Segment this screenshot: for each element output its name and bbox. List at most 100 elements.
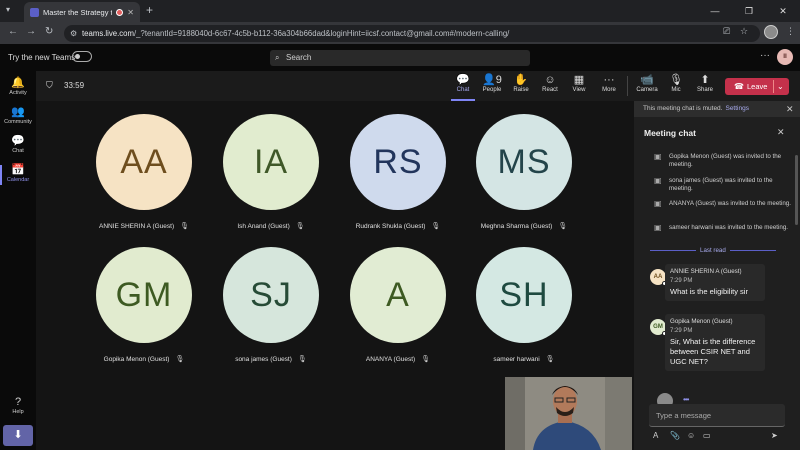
dismiss-banner-icon[interactable]: ✕	[786, 101, 794, 117]
browser-tab[interactable]: Master the Strategy to Cra ✕	[24, 2, 140, 22]
chat-scrollbar[interactable]	[795, 155, 798, 225]
minimize-icon[interactable]: —	[698, 0, 732, 22]
self-video-image	[505, 377, 632, 450]
toolbar-divider	[627, 76, 628, 96]
toolbar-react-button[interactable]: ☺ React	[536, 74, 564, 93]
view-grid-icon: ▦	[573, 74, 585, 86]
chevron-down-icon[interactable]: ⌄	[777, 78, 784, 95]
chat-muted-banner: This meeting chat is muted. Settings ✕	[634, 101, 800, 117]
tab-search-icon[interactable]: ▾	[6, 5, 10, 14]
close-chat-icon[interactable]: ✕	[777, 127, 785, 138]
rail-label: Chat	[12, 148, 24, 154]
help-icon: ?	[14, 396, 22, 408]
invite-icon: ▣	[654, 152, 662, 161]
invite-icon: ▣	[654, 176, 662, 185]
self-video-preview[interactable]	[505, 377, 632, 450]
toolbar-camera-button[interactable]: 📹 Camera	[633, 74, 661, 93]
participant-name-text: Meghna Sharma (Guest)	[480, 223, 553, 230]
gif-icon[interactable]: ▭	[703, 431, 711, 440]
participant-tile[interactable]: SH sameer harwani 🎙	[469, 247, 579, 377]
rail-help[interactable]: ? Help	[0, 396, 36, 415]
participant-tile[interactable]: MS Meghna Sharma (Guest) 🎙	[469, 114, 579, 244]
send-icon[interactable]: ➤	[771, 431, 778, 440]
rail-community[interactable]: 👥 Community	[0, 105, 36, 125]
settings-link[interactable]: Settings	[725, 105, 749, 112]
toolbar-label: Share	[696, 87, 713, 93]
forward-icon[interactable]: →	[26, 26, 36, 37]
participant-tile[interactable]: IA Ish Anand (Guest) 🎙	[216, 114, 326, 244]
participant-name: ANNIE SHERIN A (Guest) 🎙	[89, 222, 199, 230]
message-avatar[interactable]: AA	[650, 269, 667, 286]
profile-avatar[interactable]	[764, 25, 778, 39]
security-shield-icon[interactable]: ⛉	[46, 80, 53, 91]
download-app-button[interactable]: ⬇	[3, 425, 33, 446]
tab-title: Master the Strategy to Cra	[43, 7, 112, 17]
rail-calendar[interactable]: 📅 Calendar	[0, 163, 36, 183]
url-host: teams.live.com	[82, 29, 134, 38]
new-tab-button[interactable]: +	[146, 3, 153, 17]
format-icon[interactable]: A	[653, 431, 658, 440]
maximize-icon[interactable]: ❐	[732, 0, 766, 22]
leave-button[interactable]: ☎ Leave ⌄	[725, 78, 789, 95]
try-new-teams-toggle[interactable]	[72, 51, 92, 62]
chat-message[interactable]: Gopika Menon (Guest) 7:29 PM Sir, What i…	[665, 314, 765, 371]
browser-menu-icon[interactable]: ⋮	[786, 26, 795, 37]
participant-name-text: Ish Anand (Guest)	[237, 223, 290, 230]
avatar-initials: GM	[653, 324, 663, 330]
mic-muted-icon: 🎙	[545, 356, 555, 363]
bookmark-star-icon[interactable]: ☆	[740, 26, 748, 37]
rail-chat[interactable]: 💬 Chat	[0, 134, 36, 154]
leave-divider	[773, 80, 774, 93]
close-tab-icon[interactable]: ✕	[127, 8, 134, 17]
people-icon: 👤9	[482, 74, 502, 86]
toolbar-more-button[interactable]: ··· More	[595, 74, 623, 93]
toolbar-view-button[interactable]: ▦ View	[565, 74, 593, 93]
react-icon: ☺	[544, 74, 556, 86]
toolbar-label: Chat	[456, 87, 470, 93]
rail-activity[interactable]: 🔔 Activity	[0, 76, 36, 96]
calendar-icon: 📅	[11, 164, 25, 176]
try-new-teams-label: Try the new Teams	[8, 53, 76, 62]
bell-icon: 🔔	[11, 77, 25, 89]
system-message: ▣ sona james (Guest) was invited to the …	[654, 177, 794, 193]
message-compose-input[interactable]: Type a message	[649, 404, 785, 427]
reload-icon[interactable]: ↻	[45, 26, 53, 37]
toolbar-label: Mic	[671, 87, 681, 93]
attach-icon[interactable]: 📎	[670, 431, 680, 440]
close-window-icon[interactable]: ✕	[766, 0, 800, 22]
toolbar-label: Raise	[513, 87, 529, 93]
camera-icon: 📹	[640, 74, 654, 86]
participant-tile[interactable]: AA ANNIE SHERIN A (Guest) 🎙	[89, 114, 199, 244]
toolbar-people-button[interactable]: 👤9 People	[478, 74, 506, 93]
participant-tile[interactable]: A ANANYA (Guest) 🎙	[343, 247, 453, 377]
search-icon: ⌕	[275, 53, 280, 62]
participant-name-text: sona james (Guest)	[235, 356, 292, 363]
message-avatar[interactable]: GM	[650, 319, 667, 336]
chat-message[interactable]: ANNIE SHERIN A (Guest) 7:29 PM What is t…	[665, 264, 765, 301]
rail-label: Activity	[9, 90, 27, 96]
participant-avatar: SJ	[223, 247, 319, 343]
participant-avatar: IA	[223, 114, 319, 210]
participant-tile[interactable]: RS Rudrank Shukla (Guest) 🎙	[343, 114, 453, 244]
browser-tab-bar: ▾ Master the Strategy to Cra ✕ + — ❐ ✕	[0, 0, 800, 22]
participant-name-text: Rudrank Shukla (Guest)	[355, 223, 426, 230]
emoji-icon[interactable]: ☺	[687, 431, 695, 440]
participant-tile[interactable]: GM Gopika Menon (Guest) 🎙	[89, 247, 199, 377]
settings-more-icon[interactable]: ···	[760, 50, 770, 61]
toolbar-raise-button[interactable]: ✋ Raise	[507, 74, 535, 93]
participant-tile[interactable]: SJ sona james (Guest) 🎙	[216, 247, 326, 377]
search-input[interactable]: ⌕ Search	[270, 50, 530, 66]
mic-muted-icon: 🎙	[297, 356, 307, 363]
user-avatar[interactable]: II	[777, 49, 793, 65]
back-icon[interactable]: ←	[8, 26, 18, 37]
toolbar-label: More	[602, 87, 616, 93]
url-field[interactable]: ⚙ teams.live.com/_?tenantId=9188040d-6c6…	[64, 25, 760, 42]
toolbar-mic-button[interactable]: 🎙 Mic	[662, 74, 690, 93]
site-info-icon[interactable]: ⚙	[70, 25, 77, 42]
participant-name: sameer harwani 🎙	[469, 355, 579, 363]
message-time: 7:29 PM	[670, 278, 693, 284]
cast-icon[interactable]: ⎚	[723, 26, 730, 37]
toolbar-chat-button[interactable]: 💬 Chat	[449, 74, 477, 93]
toolbar-share-button[interactable]: ⬆ Share	[691, 74, 719, 93]
system-message: ▣ Gopika Menon (Guest) was invited to th…	[654, 153, 794, 169]
